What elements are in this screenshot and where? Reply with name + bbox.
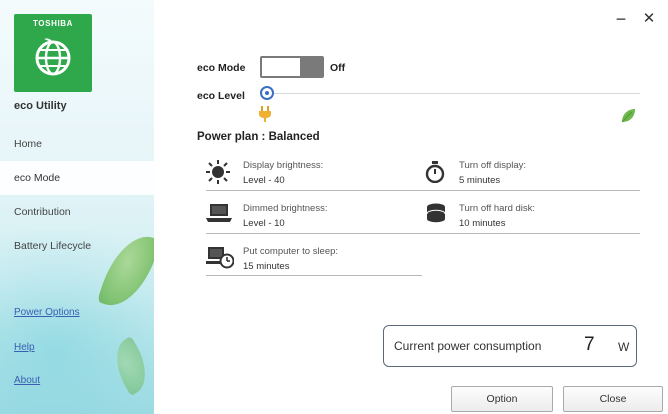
nav-item-contribution[interactable]: Contribution [0, 195, 154, 229]
turn-off-hard-disk-value: 10 minutes [459, 218, 506, 229]
divider [206, 233, 640, 234]
eco-mode-toggle[interactable] [260, 56, 324, 78]
plug-icon [259, 106, 271, 122]
power-consumption-panel: Current power consumption 7 W [383, 325, 637, 367]
close-button[interactable]: Close [563, 386, 663, 412]
hard-disk-icon [426, 203, 446, 223]
turn-off-hard-disk-title: Turn off hard disk: [459, 203, 536, 214]
turn-off-display-title: Turn off display: [459, 160, 527, 171]
sleep-title: Put computer to sleep: [243, 246, 339, 257]
option-button[interactable]: Option [451, 386, 553, 412]
eco-level-track [270, 93, 640, 94]
toshiba-logo: TOSHIBA [14, 14, 92, 92]
eco-mode-state: Off [330, 62, 346, 74]
sleep-value: 15 minutes [243, 261, 290, 272]
about-link[interactable]: About [14, 375, 40, 386]
laptop-icon [206, 204, 232, 222]
sleep-clock-icon [206, 247, 234, 269]
sun-icon [206, 160, 230, 184]
nav-item-eco-mode[interactable]: eco Mode [0, 161, 154, 195]
divider [206, 275, 422, 276]
divider [206, 190, 640, 191]
help-link[interactable]: Help [14, 342, 35, 353]
nav-item-battery-lifecycle[interactable]: Battery Lifecycle [0, 229, 154, 263]
dimmed-brightness-title: Dimmed brightness: [243, 203, 328, 214]
minimize-button[interactable]: − [612, 10, 630, 28]
app-name: eco Utility [14, 100, 67, 112]
power-options-link[interactable]: Power Options [14, 307, 80, 318]
toggle-knob [262, 58, 300, 76]
turn-off-display-value: 5 minutes [459, 175, 501, 186]
dimmed-brightness-value: Level - 10 [243, 218, 285, 229]
brand-label: TOSHIBA [32, 19, 74, 28]
leaf-icon [621, 109, 635, 123]
nav-item-home[interactable]: Home [0, 127, 154, 161]
eco-level-slider-thumb[interactable] [260, 86, 274, 100]
globe-leaf-icon [35, 38, 71, 76]
eco-level-label: eco Level [197, 90, 245, 102]
sidebar: TOSHIBA eco Utility Home eco Mode Contri… [0, 0, 154, 414]
display-brightness-title: Display brightness: [243, 160, 324, 171]
power-consumption-unit: W [618, 340, 630, 354]
power-consumption-label: Current power consumption [394, 339, 542, 353]
close-window-button[interactable]: ✕ [640, 10, 658, 28]
eco-mode-label: eco Mode [197, 62, 246, 74]
power-plan-heading: Power plan : Balanced [197, 131, 320, 143]
display-brightness-value: Level - 40 [243, 175, 285, 186]
timer-icon [425, 161, 445, 183]
power-consumption-value: 7 [584, 334, 595, 355]
